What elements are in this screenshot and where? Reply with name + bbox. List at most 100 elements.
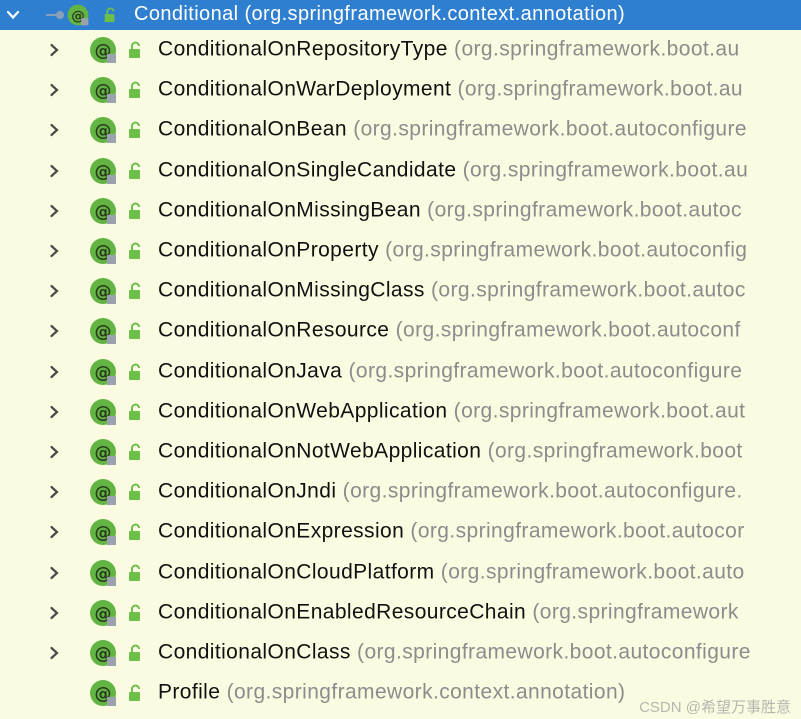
tree-node-row[interactable]: @ ConditionalOnEnabledResourceChain (org.… bbox=[0, 593, 801, 633]
class-name: ConditionalOnCloudPlatform bbox=[158, 560, 435, 584]
chevron-right-icon[interactable] bbox=[47, 164, 61, 178]
unlocked-icon bbox=[126, 443, 144, 461]
unlocked-icon bbox=[126, 282, 144, 300]
unlocked-icon bbox=[126, 483, 144, 501]
package-name: (org.springframework.boot bbox=[487, 439, 743, 463]
tree-node-row[interactable]: @ ConditionalOnClass (org.springframework… bbox=[0, 633, 801, 673]
class-name: ConditionalOnMissingBean bbox=[158, 198, 421, 222]
annotation-at-icon: @ bbox=[88, 75, 118, 105]
chevron-right-icon[interactable] bbox=[47, 485, 61, 499]
unlocked-icon bbox=[126, 564, 144, 582]
chevron-right-icon[interactable] bbox=[47, 43, 61, 57]
tree-node-label: ConditionalOnWebApplication (org.springf… bbox=[158, 399, 745, 423]
package-name: (org.springframework.boot.auto bbox=[440, 560, 745, 584]
unlocked-icon bbox=[126, 202, 144, 220]
chevron-right-icon[interactable] bbox=[47, 445, 61, 459]
chevron-right-icon[interactable] bbox=[47, 83, 61, 97]
class-name: ConditionalOnProperty bbox=[158, 238, 379, 262]
chevron-right-icon[interactable] bbox=[47, 244, 61, 258]
class-name: Profile bbox=[158, 680, 221, 704]
class-name: ConditionalOnNotWebApplication bbox=[158, 439, 482, 463]
class-name: ConditionalOnClass bbox=[158, 640, 351, 664]
tree-node-row[interactable]: @ ConditionalOnMissingBean (org.springfra… bbox=[0, 191, 801, 231]
annotation-at-icon: @ bbox=[88, 196, 118, 226]
package-name: (org.springframework.boot.autoc bbox=[431, 278, 746, 302]
tree-node-row[interactable]: @ ConditionalOnCloudPlatform (org.springf… bbox=[0, 552, 801, 592]
hierarchy-base-icon bbox=[44, 8, 68, 22]
unlocked-icon bbox=[126, 41, 144, 59]
class-name: ConditionalOnBean bbox=[158, 117, 347, 141]
tree-node-row[interactable]: @ ConditionalOnNotWebApplication (org.spr… bbox=[0, 432, 801, 472]
class-name: ConditionalOnMissingClass bbox=[158, 278, 425, 302]
chevron-down-icon[interactable] bbox=[6, 8, 20, 22]
watermark: CSDN @希望万事胜意 bbox=[639, 699, 791, 716]
annotation-at-icon: @ bbox=[88, 638, 118, 668]
tree-node-row[interactable]: @ ConditionalOnProperty (org.springframew… bbox=[0, 231, 801, 271]
tree-node-row[interactable]: @ ConditionalOnBean (org.springframework.… bbox=[0, 110, 801, 150]
unlocked-icon bbox=[126, 523, 144, 541]
chevron-right-icon[interactable] bbox=[47, 123, 61, 137]
tree-node-row[interactable]: @ ConditionalOnJava (org.springframework.… bbox=[0, 352, 801, 392]
package-name: (org.springframework.boot.autoconfigure bbox=[353, 117, 747, 141]
class-name: ConditionalOnJava bbox=[158, 359, 343, 383]
unlocked-icon bbox=[126, 81, 144, 99]
chevron-right-icon[interactable] bbox=[47, 566, 61, 580]
unlocked-icon bbox=[126, 644, 144, 662]
tree-node-label: ConditionalOnClass (org.springframework.… bbox=[158, 640, 751, 664]
tree-node-row[interactable]: @ ConditionalOnWebApplication (org.spring… bbox=[0, 392, 801, 432]
tree-node-row[interactable]: @ ConditionalOnResource (org.springframew… bbox=[0, 311, 801, 351]
package-name: (org.springframework.context.annotation) bbox=[226, 680, 626, 704]
annotation-at-icon: @ bbox=[88, 558, 118, 588]
unlocked-icon bbox=[126, 121, 144, 139]
class-name: Conditional bbox=[134, 3, 239, 26]
chevron-right-icon[interactable] bbox=[47, 284, 61, 298]
class-name: ConditionalOnWarDeployment bbox=[158, 77, 452, 101]
annotation-at-icon: @ bbox=[88, 156, 118, 186]
tree-node-label: ConditionalOnEnabledResourceChain (org.s… bbox=[158, 600, 739, 624]
annotation-at-icon: @ bbox=[66, 3, 90, 27]
chevron-right-icon[interactable] bbox=[47, 525, 61, 539]
annotation-at-icon: @ bbox=[88, 517, 118, 547]
class-name: ConditionalOnWebApplication bbox=[158, 399, 448, 423]
annotation-at-icon: @ bbox=[88, 276, 118, 306]
annotation-at-icon: @ bbox=[88, 236, 118, 266]
chevron-right-icon[interactable] bbox=[47, 204, 61, 218]
annotation-at-icon: @ bbox=[88, 35, 118, 65]
chevron-right-icon[interactable] bbox=[47, 646, 61, 660]
unlocked-icon bbox=[126, 363, 144, 381]
chevron-right-icon[interactable] bbox=[47, 405, 61, 419]
package-name: (org.springframework.boot.au bbox=[457, 77, 744, 101]
tree-root-row[interactable]: @ Conditional (org.springframework.conte… bbox=[0, 0, 801, 30]
annotation-at-icon: @ bbox=[88, 316, 118, 346]
tree-node-label: ConditionalOnMissingBean (org.springfram… bbox=[158, 198, 742, 222]
class-name: ConditionalOnJndi bbox=[158, 479, 337, 503]
unlocked-icon bbox=[102, 7, 118, 23]
annotation-at-icon: @ bbox=[88, 115, 118, 145]
tree-node-row[interactable]: @ ConditionalOnRepositoryType (org.spring… bbox=[0, 30, 801, 70]
chevron-right-icon[interactable] bbox=[47, 606, 61, 620]
tree-node-label: Profile (org.springframework.context.ann… bbox=[158, 681, 625, 705]
chevron-right-icon[interactable] bbox=[47, 365, 61, 379]
tree-node-row[interactable]: @ ConditionalOnWarDeployment (org.springf… bbox=[0, 70, 801, 110]
tree-node-row[interactable]: @ ConditionalOnExpression (org.springfram… bbox=[0, 512, 801, 552]
package-name: (org.springframework.boot.aut bbox=[453, 399, 746, 423]
tree-node-label: ConditionalOnJava (org.springframework.b… bbox=[158, 359, 742, 383]
package-name: (org.springframework.boot.au bbox=[454, 37, 740, 61]
package-name: (org.springframework.boot.autoconfigure bbox=[348, 359, 743, 383]
unlocked-icon bbox=[126, 403, 144, 421]
tree-node-label: ConditionalOnSingleCandidate (org.spring… bbox=[158, 158, 748, 182]
class-name: ConditionalOnResource bbox=[158, 318, 390, 342]
annotation-at-icon: @ bbox=[88, 437, 118, 467]
annotation-at-icon: @ bbox=[88, 598, 118, 628]
tree-node-row[interactable]: @ ConditionalOnMissingClass (org.springfr… bbox=[0, 271, 801, 311]
tree-node-row[interactable]: @ ConditionalOnJndi (org.springframework.… bbox=[0, 472, 801, 512]
unlocked-icon bbox=[126, 242, 144, 260]
class-name: ConditionalOnRepositoryType bbox=[158, 37, 448, 61]
tree-node-label: ConditionalOnNotWebApplication (org.spri… bbox=[158, 439, 743, 463]
chevron-right-icon[interactable] bbox=[47, 324, 61, 338]
tree-node-label: ConditionalOnProperty (org.springframewo… bbox=[158, 239, 747, 263]
package-name: (org.springframework.boot.au bbox=[462, 158, 749, 182]
annotation-at-icon: @ bbox=[88, 357, 118, 387]
tree-node-label: ConditionalOnWarDeployment (org.springfr… bbox=[158, 78, 743, 102]
tree-node-row[interactable]: @ ConditionalOnSingleCandidate (org.sprin… bbox=[0, 151, 801, 191]
